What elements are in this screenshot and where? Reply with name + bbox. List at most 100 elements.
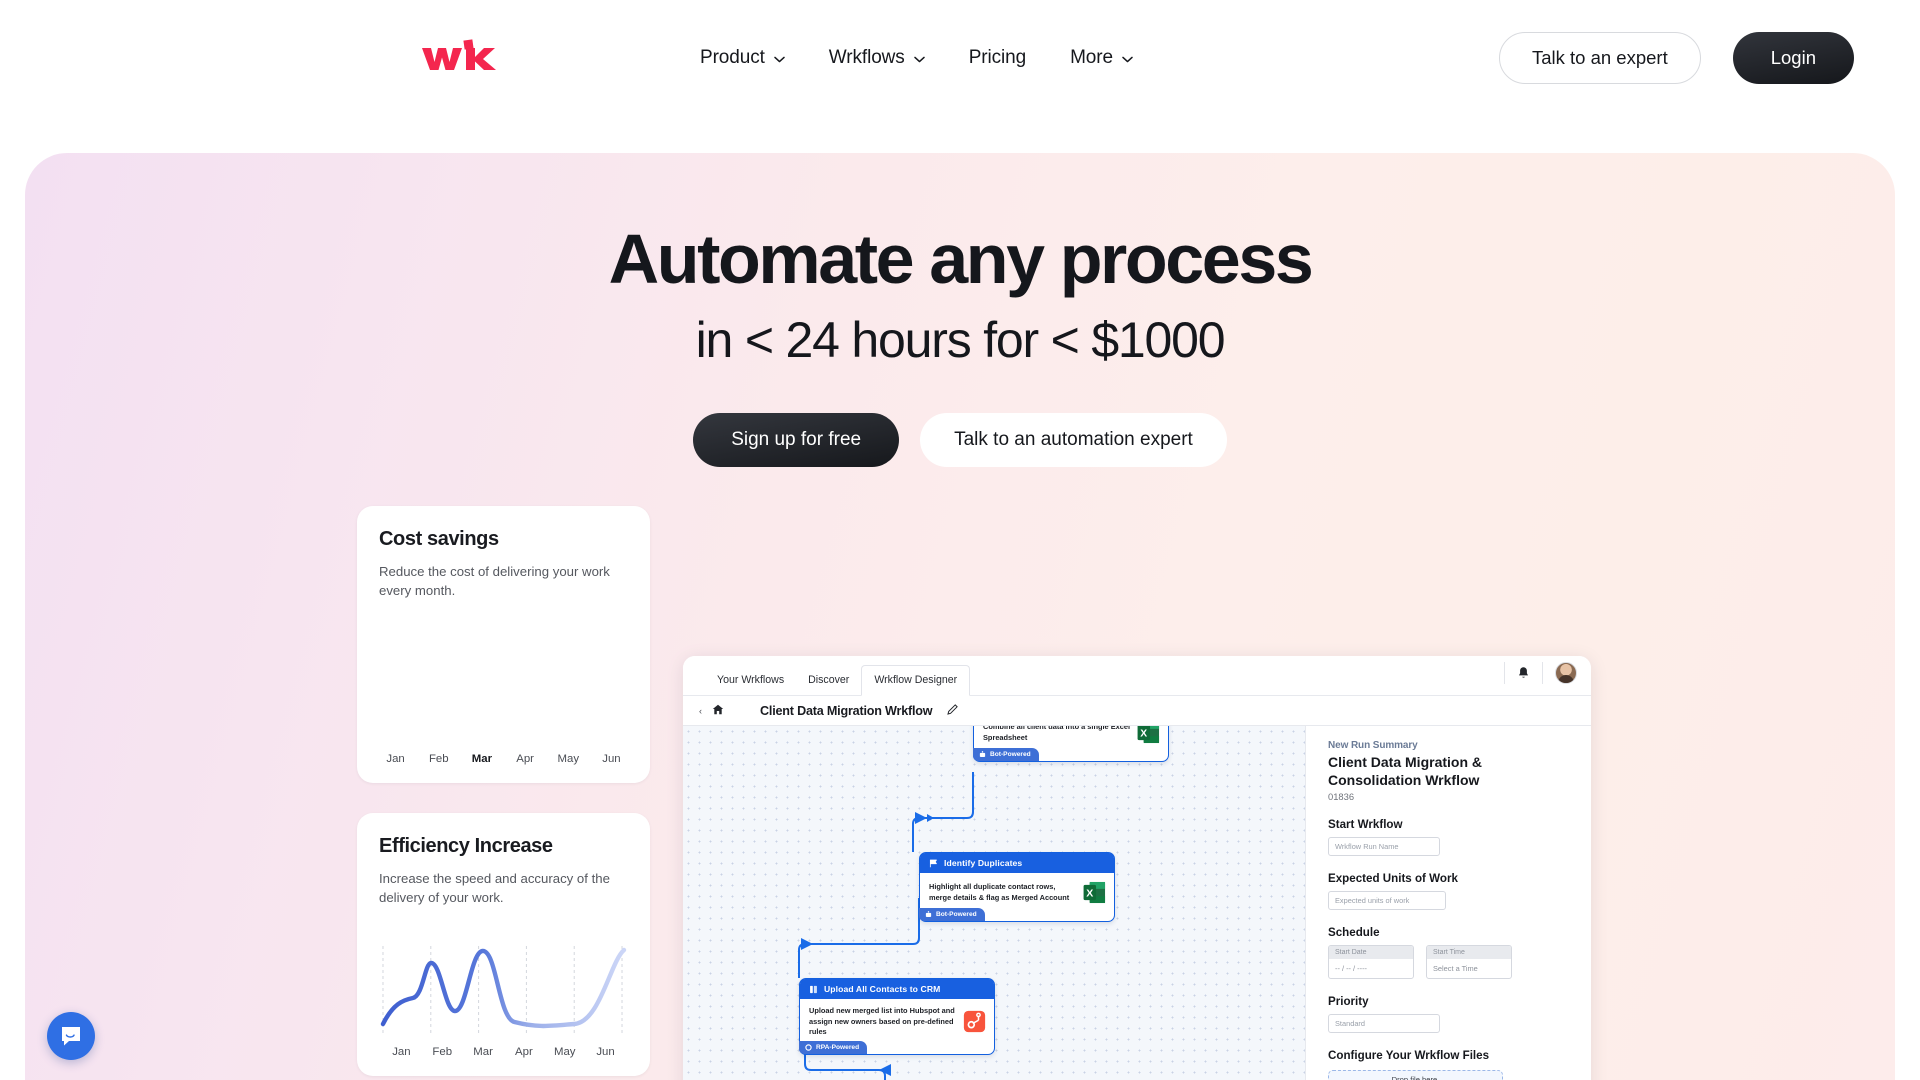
chevron-down-icon — [913, 56, 925, 63]
cost-savings-card: Cost savings Reduce the cost of deliveri… — [357, 506, 650, 784]
efficiency-x-labels: Jan Feb Mar Apr May Jun — [379, 1046, 628, 1058]
divider — [1504, 662, 1505, 684]
chat-launcher-button[interactable] — [47, 1012, 95, 1060]
start-wrkflow-label: Start Wrkflow — [1328, 818, 1403, 831]
tab-wrkflow-designer[interactable]: Wrkflow Designer — [861, 665, 971, 696]
cost-savings-subtitle: Reduce the cost of delivering your work … — [379, 564, 610, 599]
flag-icon — [929, 859, 937, 867]
node-combine-badge-row: Bot-Powered — [973, 748, 1168, 761]
start-date-value: -- / -- / ---- — [1335, 964, 1368, 973]
home-icon[interactable] — [712, 704, 724, 718]
badge-rpa-powered: RPA-Powered — [799, 1040, 868, 1054]
start-date-field[interactable]: Start Date -- / -- / ---- — [1328, 945, 1414, 979]
bar-label-may: May — [557, 753, 580, 766]
efficiency-increase-card: Efficiency Increase Increase the speed a… — [357, 813, 650, 1076]
node-identify-body: Highlight all duplicate contact rows, me… — [920, 873, 1114, 908]
tab-discover[interactable]: Discover — [796, 666, 861, 695]
hero-cta-group: Sign up for free Talk to an automation e… — [25, 413, 1895, 468]
expected-units-input[interactable]: Expected units of work — [1328, 891, 1446, 910]
svg-text:X: X — [1140, 727, 1147, 739]
start-time-value: Select a Time — [1433, 964, 1478, 973]
nav-item-product-label: Product — [700, 47, 765, 68]
nav-item-wrkflows-label: Wrkflows — [828, 47, 905, 68]
line-label-may: May — [553, 1045, 576, 1058]
line-label-jun: Jun — [596, 1045, 615, 1058]
node-combine-data[interactable]: Combine all client data into a single Ex… — [973, 726, 1169, 762]
schedule-row: Start Date -- / -- / ---- Start Time Sel… — [1328, 945, 1569, 979]
app-preview-window: Your Wrkflows Discover Wrkflow Designer … — [683, 656, 1591, 1080]
badge-bot-powered: Bot-Powered — [919, 908, 985, 921]
divider — [1542, 662, 1543, 684]
back-chevron-icon[interactable]: ‹ — [699, 706, 702, 716]
wrkflow-run-name-input[interactable]: Wrkflow Run Name — [1328, 837, 1440, 856]
hero-heading-line1: Automate any process — [608, 220, 1314, 298]
nav-item-product[interactable]: Product — [700, 47, 785, 69]
wrk-logo-mark — [422, 39, 496, 70]
login-button[interactable]: Login — [1732, 32, 1854, 84]
node-upload-body: Upload new merged list into Hubspot and … — [800, 999, 994, 1041]
nav-item-wrkflows[interactable]: Wrkflows — [829, 47, 925, 69]
node-upload-text: Upload new merged list into Hubspot and … — [809, 1006, 955, 1037]
badge-bot-powered: Bot-Powered — [973, 748, 1039, 761]
node-upload-header: Upload All Contacts to CRM — [800, 979, 994, 999]
chevron-down-icon — [1122, 56, 1133, 63]
start-time-label: Start Time — [1427, 946, 1511, 959]
node-combine-text: Combine all client data into a single Ex… — [983, 726, 1131, 742]
talk-automation-expert-button[interactable]: Talk to an automation expert — [920, 413, 1227, 468]
node-upload-badge-row: RPA-Powered — [799, 1040, 994, 1054]
tab-your-wrkflows[interactable]: Your Wrkflows — [705, 666, 796, 695]
chat-bubble-icon — [62, 1027, 80, 1046]
talk-to-expert-button[interactable]: Talk to an expert — [1498, 32, 1701, 84]
signup-free-button[interactable]: Sign up for free — [693, 413, 900, 468]
node-upload-crm[interactable]: Upload All Contacts to CRM Upload new me… — [799, 978, 995, 1055]
node-combine-body: Combine all client data into a single Ex… — [974, 726, 1168, 748]
cost-savings-title: Cost savings — [379, 528, 499, 550]
bar-label-feb: Feb — [428, 753, 449, 766]
start-time-field[interactable]: Start Time Select a Time — [1426, 945, 1512, 979]
badge-label: Bot-Powered — [936, 911, 977, 918]
app-tabbar-actions — [1504, 662, 1577, 684]
priority-select[interactable]: Standard — [1328, 1014, 1440, 1033]
file-dropzone[interactable]: Drop file here, upload from computer or … — [1328, 1070, 1503, 1080]
node-identify-badge-row: Bot-Powered — [919, 908, 1114, 921]
bar-label-jun: Jun — [602, 753, 621, 766]
svg-text:X: X — [1086, 887, 1093, 899]
excel-icon: X — [1137, 726, 1160, 744]
avatar[interactable] — [1555, 662, 1577, 684]
node-identify-duplicates[interactable]: Identify Duplicates Highlight all duplic… — [919, 852, 1115, 922]
top-navigation: Product Wrkflows Pricing More Talk to an… — [0, 0, 1920, 116]
nav-item-more[interactable]: More — [1070, 47, 1133, 69]
panel-run-id: 01836 — [1328, 791, 1355, 802]
excel-icon: X — [1083, 881, 1106, 904]
stat-cards: Cost savings Reduce the cost of deliveri… — [357, 506, 650, 1076]
nav-item-pricing[interactable]: Pricing — [969, 47, 1026, 69]
efficiency-line-svg — [380, 945, 627, 1036]
pencil-icon[interactable] — [947, 702, 959, 720]
expected-units-label: Expected Units of Work — [1328, 872, 1458, 885]
node-upload-header-label: Upload All Contacts to CRM — [824, 984, 941, 994]
line-label-jan: Jan — [392, 1045, 411, 1058]
panel-eyebrow: New Run Summary — [1328, 740, 1418, 751]
cost-savings-bar-chart — [379, 624, 628, 744]
wrk-logo[interactable] — [420, 38, 498, 76]
line-label-apr: Apr — [515, 1045, 533, 1058]
dropzone-line1: Drop file here, — [1391, 1075, 1440, 1080]
run-summary-panel: New Run Summary Client Data Migration & … — [1305, 726, 1591, 1080]
wrkflow-title: Client Data Migration Wrkflow — [760, 703, 933, 718]
bot-icon — [979, 751, 986, 757]
chevron-down-icon — [774, 56, 785, 63]
bar-label-jan: Jan — [386, 753, 405, 766]
bell-icon[interactable] — [1517, 666, 1530, 681]
configure-files-label: Configure Your Wrkflow Files — [1328, 1049, 1490, 1062]
priority-label: Priority — [1328, 995, 1369, 1008]
app-body: Combine all client data into a single Ex… — [683, 726, 1591, 1080]
panel-title: Client Data Migration & Consolidation Wr… — [1328, 754, 1483, 788]
bar-label-mar: Mar — [471, 753, 493, 766]
rpa-icon — [805, 1043, 812, 1051]
app-tab-bar: Your Wrkflows Discover Wrkflow Designer — [683, 656, 1591, 696]
wrkflow-canvas[interactable]: Combine all client data into a single Ex… — [683, 726, 1305, 1080]
line-label-feb: Feb — [432, 1045, 453, 1058]
hero-section: Automate any process in < 24 hours for <… — [25, 153, 1895, 1080]
efficiency-subtitle: Increase the speed and accuracy of the d… — [379, 871, 610, 906]
hubspot-icon — [963, 1011, 986, 1033]
